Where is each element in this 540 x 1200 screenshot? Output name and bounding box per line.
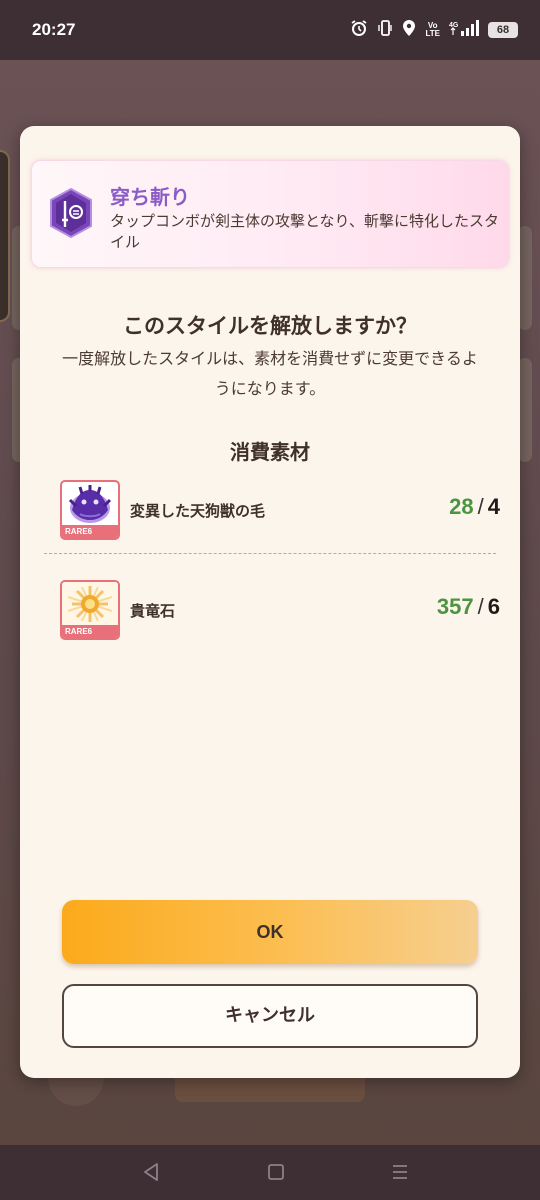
material-icon-frame: RARE6	[60, 580, 120, 640]
navigation-bar	[0, 1145, 540, 1200]
sword-style-icon	[48, 187, 94, 239]
ok-button[interactable]: OK	[62, 900, 478, 964]
back-icon[interactable]	[138, 1159, 164, 1185]
materials-title: 消費素材	[230, 440, 310, 464]
status-icons: Vo LTE 4G 68	[350, 19, 518, 41]
material-name: 貴竜石	[130, 602, 176, 620]
background-card	[518, 358, 532, 462]
battery-icon: 68	[488, 22, 518, 38]
background-panel	[0, 150, 10, 322]
material-count: 357/6	[436, 594, 500, 619]
dialog-sub-text: 一度解放したスタイルは、素材を消費せずに変更できるようになります。	[62, 349, 478, 398]
material-row: RARE6 変異した天狗獣の毛 28/4	[60, 480, 500, 540]
unlock-style-dialog: 穿ち斬り タップコンボが剣主体の攻撃となり、斬撃に特化したスタイル このスタイル…	[20, 126, 520, 1078]
alarm-icon	[350, 19, 368, 41]
home-icon[interactable]	[263, 1159, 289, 1185]
dialog-question: このスタイルを解放しますか？	[123, 314, 417, 338]
material-name: 変異した天狗獣の毛	[130, 502, 266, 520]
vibrate-icon	[377, 19, 393, 41]
style-name: 穿ち斬り	[110, 185, 190, 209]
cancel-button[interactable]: キャンセル	[62, 984, 478, 1048]
style-description: タップコンボが剣主体の攻撃となり、斬撃に特化したスタイル	[110, 212, 499, 251]
owned-count: 28	[449, 494, 474, 519]
required-count: 4	[487, 494, 500, 519]
divider	[44, 553, 496, 554]
volte-icon: Vo LTE	[425, 21, 440, 38]
material-count: 28/4	[449, 494, 500, 519]
location-icon	[402, 19, 416, 41]
status-time: 20:27	[32, 20, 76, 39]
background-card	[518, 226, 532, 330]
rarity-badge: RARE6	[62, 625, 118, 638]
required-count: 6	[487, 594, 500, 619]
signal-icon: 4G	[449, 19, 479, 41]
svg-text:4G: 4G	[449, 22, 459, 29]
status-bar: 20:27 Vo LTE 4G 68	[0, 0, 540, 60]
menu-icon[interactable]	[387, 1159, 413, 1185]
style-card: 穿ち斬り タップコンボが剣主体の攻撃となり、斬撃に特化したスタイル	[31, 160, 509, 268]
material-icon-frame: RARE6	[60, 480, 120, 540]
material-row: RARE6 貴竜石 357/6	[60, 580, 500, 640]
owned-count: 357	[436, 594, 474, 619]
rarity-badge: RARE6	[62, 525, 118, 538]
